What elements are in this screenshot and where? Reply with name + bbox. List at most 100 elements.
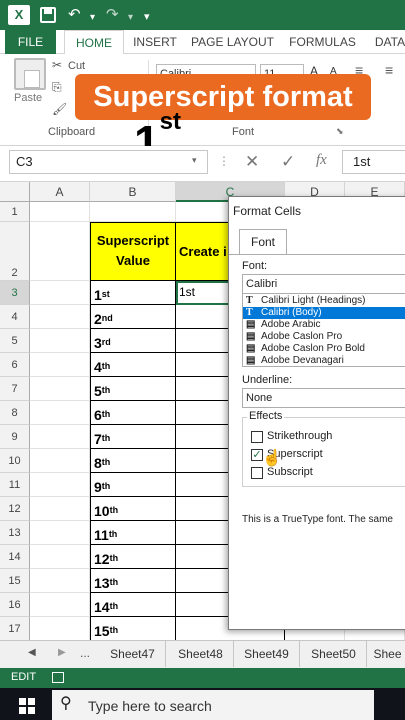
sheet-more-button[interactable]: ... bbox=[80, 646, 90, 660]
tab-home[interactable]: HOME bbox=[64, 30, 124, 55]
font-list-item[interactable]: ▤ Adobe Caslon Pro Bold bbox=[243, 343, 405, 355]
cut-icon[interactable]: ✂ bbox=[52, 58, 62, 72]
row-header-6[interactable]: 6 bbox=[0, 353, 30, 377]
sheet-tab-sheet49[interactable]: Sheet49 bbox=[234, 641, 300, 667]
cell[interactable] bbox=[30, 545, 90, 569]
row-header-4[interactable]: 4 bbox=[0, 305, 30, 329]
paste-icon[interactable] bbox=[14, 58, 46, 90]
name-box[interactable]: C3 bbox=[9, 150, 208, 174]
strikethrough-label[interactable]: Strikethrough bbox=[267, 430, 332, 442]
row-header-9[interactable]: 9 bbox=[0, 425, 30, 449]
enter-icon[interactable]: ✓ bbox=[281, 152, 295, 172]
row-header-11[interactable]: 11 bbox=[0, 473, 30, 497]
cell[interactable] bbox=[30, 425, 90, 449]
superscript-value-cell[interactable]: 3rd bbox=[90, 329, 176, 353]
row-header-13[interactable]: 13 bbox=[0, 521, 30, 545]
superscript-value-cell[interactable]: 12th bbox=[90, 545, 176, 569]
cell[interactable] bbox=[30, 521, 90, 545]
font-list-item[interactable]: ▤ Adobe Arabic bbox=[243, 319, 405, 331]
underline-dropdown[interactable]: None bbox=[242, 388, 405, 408]
superscript-value-cell[interactable]: 2nd bbox=[90, 305, 176, 329]
superscript-value-cell[interactable]: 4th bbox=[90, 353, 176, 377]
format-painter-icon[interactable]: 🖌 bbox=[52, 102, 67, 116]
row-header-1[interactable]: 1 bbox=[0, 202, 30, 222]
cell[interactable] bbox=[30, 222, 90, 281]
row-header-5[interactable]: 5 bbox=[0, 329, 30, 353]
formula-input[interactable]: 1st bbox=[342, 150, 405, 174]
undo-dropdown-icon[interactable]: ▾ bbox=[90, 8, 95, 28]
cell[interactable] bbox=[30, 353, 90, 377]
font-listbox[interactable]: T Calibri Light (Headings) T Calibri (Body)… bbox=[242, 293, 405, 367]
copy-icon[interactable]: ⎘ bbox=[52, 80, 62, 95]
cell[interactable] bbox=[30, 617, 90, 640]
column-header-a[interactable]: A bbox=[30, 182, 90, 202]
tab-file[interactable]: FILE bbox=[5, 30, 56, 54]
row-header-7[interactable]: 7 bbox=[0, 377, 30, 401]
insert-function-icon[interactable]: fx bbox=[316, 152, 327, 169]
row-header-12[interactable]: 12 bbox=[0, 497, 30, 521]
windows-start-icon[interactable] bbox=[19, 698, 35, 714]
cell[interactable] bbox=[30, 329, 90, 353]
cell[interactable] bbox=[30, 569, 90, 593]
superscript-value-cell[interactable]: 14th bbox=[90, 593, 176, 617]
superscript-value-cell[interactable]: 11th bbox=[90, 521, 176, 545]
cell[interactable] bbox=[30, 449, 90, 473]
wrap-text-icon[interactable]: ≡ bbox=[385, 62, 393, 78]
tab-data[interactable]: DATA bbox=[370, 30, 405, 54]
font-list-item[interactable]: T Calibri (Body) bbox=[243, 307, 405, 319]
cancel-icon[interactable]: ✕ bbox=[245, 152, 259, 172]
cell[interactable] bbox=[30, 377, 90, 401]
superscript-value-cell[interactable]: 1st bbox=[90, 281, 176, 305]
column-header-b[interactable]: B bbox=[90, 182, 176, 202]
cell[interactable] bbox=[30, 281, 90, 305]
superscript-value-cell[interactable]: 6th bbox=[90, 401, 176, 425]
tab-insert[interactable]: INSERT bbox=[130, 30, 180, 54]
sheet-tab-sheet50[interactable]: Sheet50 bbox=[301, 641, 367, 667]
superscript-value-cell[interactable]: 7th bbox=[90, 425, 176, 449]
redo-icon[interactable]: ↷ bbox=[106, 5, 119, 25]
superscript-value-cell[interactable]: 13th bbox=[90, 569, 176, 593]
superscript-value-cell[interactable]: 9th bbox=[90, 473, 176, 497]
paste-button-label[interactable]: Paste bbox=[14, 92, 42, 104]
search-placeholder[interactable]: Type here to search bbox=[88, 698, 212, 714]
name-box-dropdown-icon[interactable]: ▾ bbox=[192, 155, 197, 166]
cut-button-label[interactable]: Cut bbox=[68, 60, 85, 72]
select-all-corner[interactable] bbox=[0, 182, 30, 202]
superscript-value-cell[interactable]: 5th bbox=[90, 377, 176, 401]
sheet-tab-sheet48[interactable]: Sheet48 bbox=[168, 641, 234, 667]
cell[interactable] bbox=[30, 401, 90, 425]
sheet-tab-shee[interactable]: Shee bbox=[368, 641, 405, 667]
table-header-superscript-value[interactable]: Superscript Value bbox=[90, 222, 176, 281]
strikethrough-checkbox[interactable] bbox=[251, 431, 263, 443]
tab-formulas[interactable]: FORMULAS bbox=[285, 30, 360, 54]
sheet-nav-left-icon[interactable]: ◀ bbox=[28, 647, 36, 658]
row-header-8[interactable]: 8 bbox=[0, 401, 30, 425]
sheet-tab-sheet47[interactable]: Sheet47 bbox=[100, 641, 166, 667]
cell[interactable] bbox=[30, 593, 90, 617]
font-list-item[interactable]: ▤ Adobe Devanagari bbox=[243, 355, 405, 366]
save-icon[interactable] bbox=[40, 7, 56, 23]
tab-font[interactable]: Font bbox=[239, 229, 287, 255]
superscript-value-cell[interactable]: 8th bbox=[90, 449, 176, 473]
row-header-15[interactable]: 15 bbox=[0, 569, 30, 593]
row-header-3[interactable]: 3 bbox=[0, 281, 30, 305]
font-dialog-launcher-icon[interactable]: ⬊ bbox=[336, 126, 344, 137]
sheet-nav-right-icon[interactable]: ▶ bbox=[58, 647, 66, 658]
superscript-value-cell[interactable]: 15th bbox=[90, 617, 176, 640]
excel-icon[interactable]: X bbox=[8, 5, 30, 25]
superscript-value-cell[interactable]: 10th bbox=[90, 497, 176, 521]
font-name-field[interactable]: Calibri bbox=[242, 274, 405, 294]
subscript-checkbox[interactable] bbox=[251, 467, 263, 479]
cell[interactable] bbox=[30, 497, 90, 521]
row-header-14[interactable]: 14 bbox=[0, 545, 30, 569]
cell[interactable] bbox=[90, 202, 176, 222]
cell[interactable] bbox=[30, 202, 90, 222]
cell[interactable] bbox=[30, 305, 90, 329]
row-header-16[interactable]: 16 bbox=[0, 593, 30, 617]
row-header-10[interactable]: 10 bbox=[0, 449, 30, 473]
row-header-17[interactable]: 17 bbox=[0, 617, 30, 640]
customize-toolbar-icon[interactable]: ▾ bbox=[144, 7, 150, 27]
row-header-2[interactable]: 2 bbox=[0, 222, 30, 281]
cell[interactable] bbox=[30, 473, 90, 497]
undo-icon[interactable]: ↶ bbox=[68, 5, 81, 25]
